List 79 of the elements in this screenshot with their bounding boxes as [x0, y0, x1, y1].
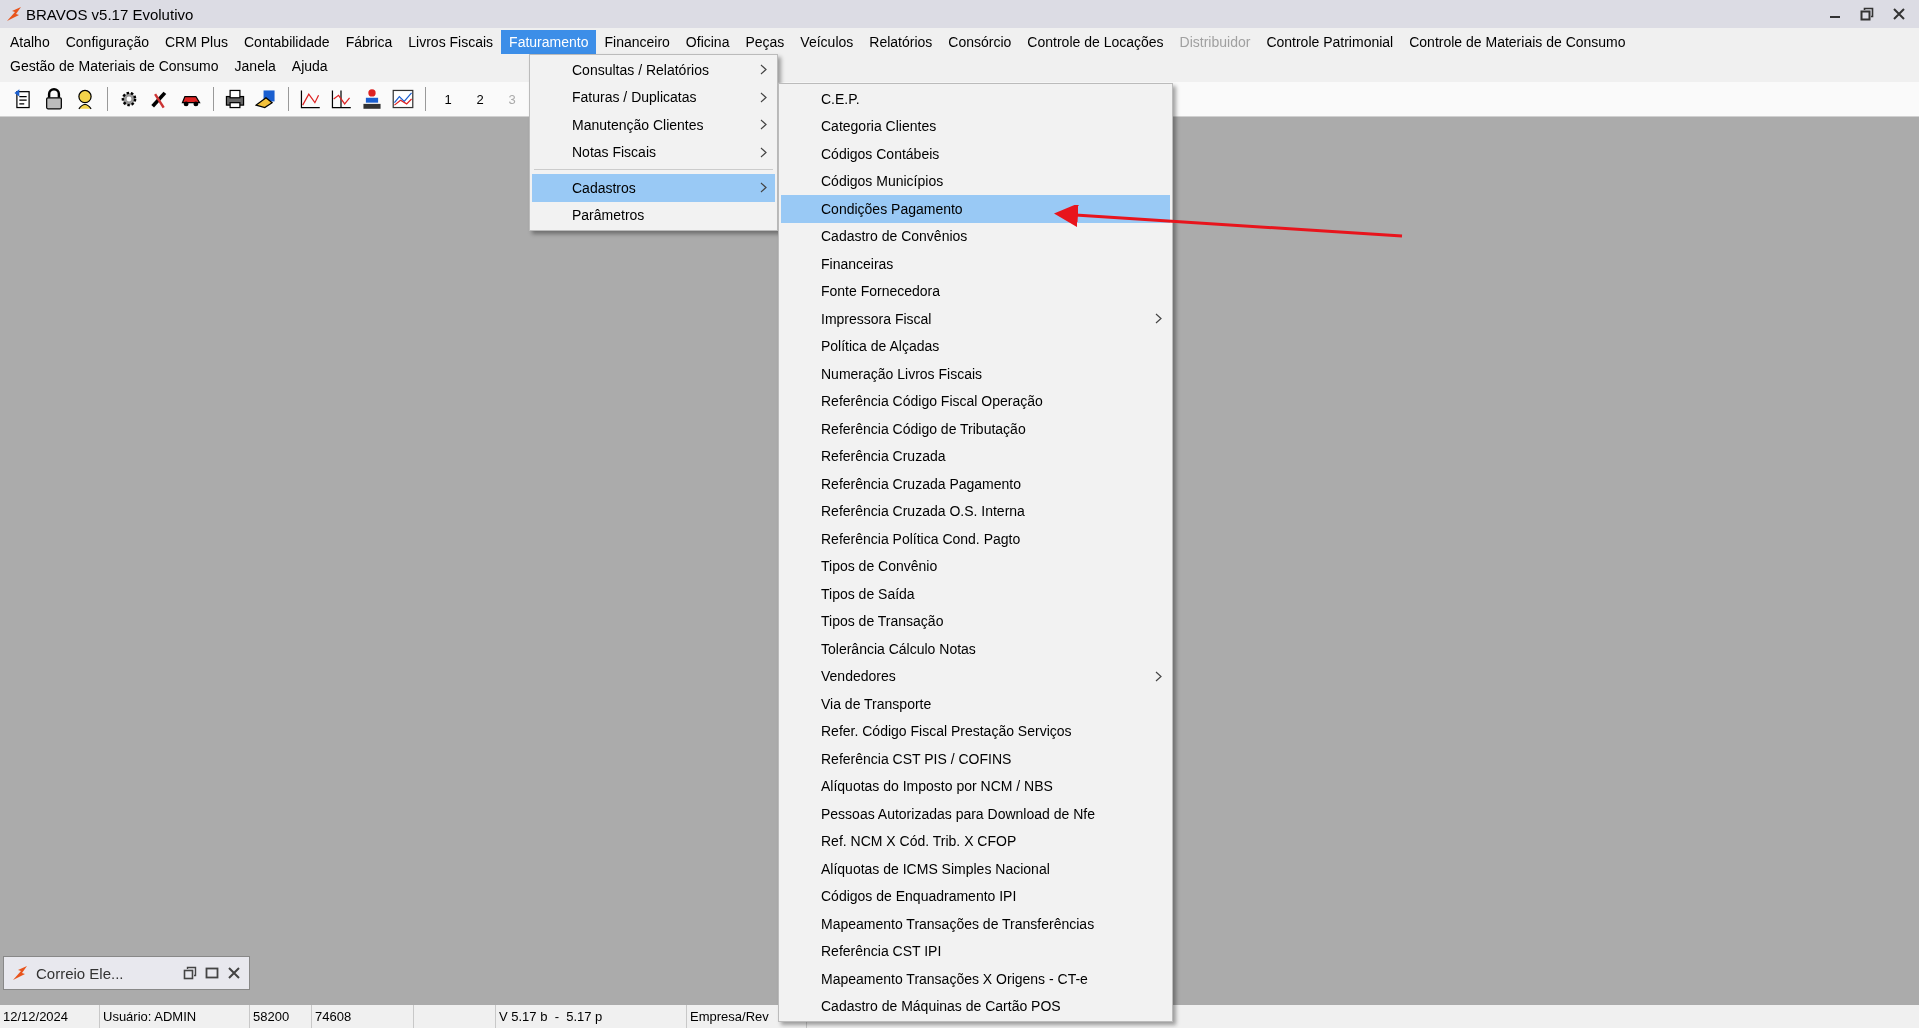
menu-item[interactable]: Impressora Fiscal — [781, 305, 1170, 333]
menu-bar-item[interactable]: Gestão de Materiais de Consumo — [2, 54, 227, 78]
menu-bar-item[interactable]: Controle de Locações — [1019, 30, 1172, 54]
close-icon[interactable] — [227, 966, 241, 980]
maximize-icon[interactable] — [205, 966, 219, 980]
menu-item[interactable]: Política de Alçadas — [781, 332, 1170, 360]
minimized-window[interactable]: Correio Ele... — [3, 956, 250, 990]
menu-item[interactable]: Vendedores — [781, 662, 1170, 690]
chart-icon[interactable] — [299, 88, 321, 110]
menu-item[interactable]: Notas Fiscais — [532, 138, 775, 166]
toolbar-number-button[interactable]: 2 — [464, 91, 496, 107]
menu-bar-item[interactable]: Configuração — [57, 30, 157, 54]
menu-bar-item[interactable]: Financeiro — [596, 30, 678, 54]
window-title: BRAVOS v5.17 Evolutivo — [26, 5, 195, 23]
status-bar-cell: 74608 — [312, 1005, 414, 1028]
menu-item[interactable]: Ref. NCM X Cód. Trib. X CFOP — [781, 827, 1170, 855]
menu-item[interactable]: Faturas / Duplicatas — [532, 83, 775, 111]
menu-bar-item[interactable]: Peças — [737, 30, 793, 54]
menu-bar-item[interactable]: Relatórios — [861, 30, 941, 54]
menu-bar-item[interactable]: Janela — [226, 54, 284, 78]
menu-item[interactable]: Numeração Livros Fiscais — [781, 360, 1170, 388]
menu-bar-item[interactable]: Ajuda — [283, 54, 336, 78]
app-logo-icon — [6, 6, 22, 22]
menu-item[interactable]: Parâmetros — [532, 201, 775, 229]
menu-item[interactable]: Manutenção Clientes — [532, 111, 775, 139]
close-icon[interactable] — [1892, 7, 1906, 21]
menu-item[interactable]: Alíquotas do Imposto por NCM / NBS — [781, 772, 1170, 800]
menu-item[interactable]: Códigos Contábeis — [781, 140, 1170, 168]
menu-item[interactable]: Referência Cruzada — [781, 442, 1170, 470]
chart-icon[interactable] — [392, 88, 414, 110]
menu-item[interactable]: C.E.P. — [781, 85, 1170, 113]
lock-icon[interactable] — [43, 88, 65, 110]
menu-item[interactable]: Referência Cruzada O.S. Interna — [781, 497, 1170, 525]
status-bar-cell: 12/12/2024 — [0, 1005, 100, 1028]
menu-item[interactable]: Condições Pagamento — [781, 195, 1170, 223]
printer-icon[interactable] — [224, 88, 246, 110]
menu-bar-item[interactable]: Livros Fiscais — [400, 30, 502, 54]
menu-bar-item[interactable]: Contabilidade — [236, 30, 338, 54]
chart-icon[interactable] — [330, 88, 352, 110]
menu-item[interactable]: Alíquotas de ICMS Simples Nacional — [781, 855, 1170, 883]
menu-bar-item[interactable]: Controle de Materiais de Consumo — [1401, 30, 1634, 54]
toolbar-number-button[interactable]: 1 — [432, 91, 464, 107]
menu-item[interactable]: Referência CST IPI — [781, 937, 1170, 965]
minimized-window-title: Correio Ele... — [36, 964, 125, 982]
menu-item[interactable]: Referência Política Cond. Pagto — [781, 525, 1170, 553]
app-logo-icon — [12, 965, 28, 981]
menu-bar-item[interactable]: Fábrica — [337, 30, 401, 54]
menu-item[interactable]: Financeiras — [781, 250, 1170, 278]
menu-bar-item[interactable]: Veículos — [792, 30, 862, 54]
menu-item[interactable]: Cadastro de Convênios — [781, 222, 1170, 250]
menu-item[interactable]: Tipos de Convênio — [781, 552, 1170, 580]
status-bar-cell: V 5.17 b - 5.17 p — [496, 1005, 687, 1028]
menu-item[interactable]: Pessoas Autorizadas para Download de Nfe — [781, 800, 1170, 828]
menu-item[interactable]: Referência Cruzada Pagamento — [781, 470, 1170, 498]
restore-icon[interactable] — [1860, 7, 1874, 21]
menu-item[interactable]: Cadastros — [532, 174, 775, 202]
menu-item[interactable]: Refer. Código Fiscal Prestação Serviços — [781, 717, 1170, 745]
menu-item[interactable]: Referência Código Fiscal Operação — [781, 387, 1170, 415]
status-bar-cell: Usuário: ADMIN — [100, 1005, 250, 1028]
menu-item[interactable]: Fonte Fornecedora — [781, 277, 1170, 305]
menu-item[interactable]: Tipos de Transação — [781, 607, 1170, 635]
menu-bar-item[interactable]: Oficina — [677, 30, 738, 54]
menu-bar-item[interactable]: Consórcio — [940, 30, 1020, 54]
menu-item[interactable]: Categoria Clientes — [781, 112, 1170, 140]
menu-item[interactable]: Códigos de Enquadramento IPI — [781, 882, 1170, 910]
status-bar-cell: 58200 — [250, 1005, 312, 1028]
menu-item[interactable]: Tolerância Cálculo Notas — [781, 635, 1170, 663]
restore-icon[interactable] — [183, 966, 197, 980]
menu-item[interactable]: Via de Transporte — [781, 690, 1170, 718]
menu-bar-item[interactable]: Controle Patrimonial — [1258, 30, 1402, 54]
menu-bar-item[interactable]: CRM Plus — [157, 30, 236, 54]
menu-item[interactable]: Referência Código de Tributação — [781, 415, 1170, 443]
menu-item[interactable]: Consultas / Relatórios — [532, 56, 775, 84]
menu-item[interactable]: Tipos de Saída — [781, 580, 1170, 608]
menu-item[interactable]: Códigos Municípios — [781, 167, 1170, 195]
menu-item[interactable]: Mapeamento Transações X Origens - CT-e — [781, 965, 1170, 993]
menu-item[interactable]: Mapeamento Transações de Transferências — [781, 910, 1170, 938]
menu-item[interactable]: Referência CST PIS / COFINS — [781, 745, 1170, 773]
menu-bar-item[interactable]: Atalho — [2, 30, 58, 54]
